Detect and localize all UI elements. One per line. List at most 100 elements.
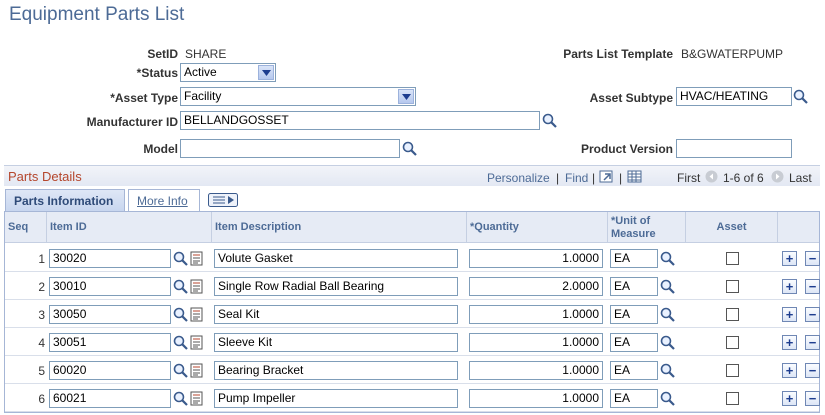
asset-checkbox[interactable] [726, 392, 739, 405]
item-id-input[interactable]: 60021 [49, 389, 171, 408]
quantity-input[interactable]: 1.0000 [469, 389, 603, 408]
item-description-input[interactable]: Single Row Radial Ball Bearing [214, 277, 458, 296]
dropdown-arrow-icon[interactable] [398, 89, 414, 104]
model-input[interactable] [180, 139, 400, 158]
asset-type-select[interactable]: Facility [180, 87, 416, 106]
tab-parts-information[interactable]: Parts Information [5, 189, 125, 211]
add-row-button[interactable]: + [782, 279, 797, 294]
item-id-input[interactable]: 30020 [49, 249, 171, 268]
add-row-button[interactable]: + [782, 251, 797, 266]
item-id-input[interactable]: 30010 [49, 277, 171, 296]
row-seq: 3 [38, 308, 45, 322]
uom-input[interactable]: EA [610, 249, 658, 268]
row-range: 1-6 of 6 [723, 171, 764, 185]
delete-row-button[interactable]: − [805, 307, 820, 322]
lookup-icon[interactable] [173, 307, 188, 322]
uom-input[interactable]: EA [610, 277, 658, 296]
manufacturer-input[interactable]: BELLANDGOSSET [180, 111, 540, 130]
item-description-input[interactable]: Volute Gasket [214, 249, 458, 268]
product-version-label: Product Version [580, 142, 673, 156]
row-seq: 6 [38, 392, 45, 406]
lookup-icon[interactable] [793, 89, 808, 104]
col-header-asset[interactable]: Asset [686, 212, 778, 243]
delete-row-button[interactable]: − [805, 363, 820, 378]
next-arrow-icon[interactable] [771, 170, 784, 183]
item-description-input[interactable]: Bearing Bracket [214, 361, 458, 380]
item-id-input[interactable]: 30050 [49, 305, 171, 324]
delete-row-button[interactable]: − [805, 335, 820, 350]
find-link[interactable]: Find [565, 171, 588, 185]
col-header-seq: Seq [5, 212, 47, 243]
uom-input[interactable]: EA [610, 333, 658, 352]
dropdown-arrow-icon[interactable] [258, 65, 274, 80]
download-icon[interactable] [627, 169, 642, 184]
col-header-uom[interactable]: *Unit of Measure [608, 212, 686, 243]
lookup-icon[interactable] [660, 335, 675, 350]
quantity-input[interactable]: 2.0000 [469, 277, 603, 296]
item-description-input[interactable]: Pump Impeller [214, 389, 458, 408]
col-header-quantity[interactable]: *Quantity [467, 212, 608, 243]
uom-input[interactable]: EA [610, 305, 658, 324]
first-arrow-icon[interactable] [705, 170, 718, 183]
setid-label: SetID [147, 47, 178, 61]
tab-more-info[interactable]: More Info [128, 189, 200, 211]
lookup-icon[interactable] [660, 391, 675, 406]
item-id-input[interactable]: 30051 [49, 333, 171, 352]
item-detail-icon[interactable] [189, 363, 204, 378]
lookup-icon[interactable] [173, 335, 188, 350]
show-all-columns-icon[interactable] [208, 193, 238, 207]
lookup-icon[interactable] [542, 113, 557, 128]
item-id-input[interactable]: 60020 [49, 361, 171, 380]
lookup-icon[interactable] [660, 251, 675, 266]
zoom-icon[interactable] [599, 169, 614, 184]
quantity-input[interactable]: 1.0000 [469, 361, 603, 380]
asset-subtype-label: Asset Subtype [589, 91, 673, 105]
status-select[interactable]: Active [180, 63, 276, 82]
item-detail-icon[interactable] [189, 391, 204, 406]
uom-input[interactable]: EA [610, 389, 658, 408]
quantity-input[interactable]: 1.0000 [469, 249, 603, 268]
row-seq: 5 [38, 364, 45, 378]
item-description-input[interactable]: Sleeve Kit [214, 333, 458, 352]
asset-checkbox[interactable] [726, 252, 739, 265]
add-row-button[interactable]: + [782, 307, 797, 322]
item-detail-icon[interactable] [189, 335, 204, 350]
status-label: *Status [136, 66, 178, 80]
item-detail-icon[interactable] [189, 279, 204, 294]
col-header-item-description[interactable]: Item Description [212, 212, 467, 243]
lookup-icon[interactable] [402, 141, 417, 156]
add-row-button[interactable]: + [782, 363, 797, 378]
setid-value: SHARE [185, 47, 227, 61]
asset-checkbox[interactable] [726, 364, 739, 377]
lookup-icon[interactable] [660, 307, 675, 322]
status-selected-value: Active [184, 65, 217, 79]
uom-input[interactable]: EA [610, 361, 658, 380]
quantity-input[interactable]: 1.0000 [469, 305, 603, 324]
asset-checkbox[interactable] [726, 336, 739, 349]
delete-row-button[interactable]: − [805, 251, 820, 266]
asset-checkbox[interactable] [726, 280, 739, 293]
lookup-icon[interactable] [660, 279, 675, 294]
last-label: Last [789, 171, 812, 185]
delete-row-button[interactable]: − [805, 279, 820, 294]
delete-row-button[interactable]: − [805, 391, 820, 406]
lookup-icon[interactable] [660, 363, 675, 378]
quantity-input[interactable]: 1.0000 [469, 333, 603, 352]
asset-subtype-input[interactable]: HVAC/HEATING [676, 87, 792, 106]
col-header-uom-line2: Measure [611, 227, 656, 240]
product-version-input[interactable] [676, 139, 792, 158]
col-header-item-id[interactable]: Item ID [47, 212, 212, 243]
lookup-icon[interactable] [173, 391, 188, 406]
item-description-input[interactable]: Seal Kit [214, 305, 458, 324]
lookup-icon[interactable] [173, 279, 188, 294]
item-detail-icon[interactable] [189, 251, 204, 266]
template-value: B&GWATERPUMP [681, 47, 784, 61]
add-row-button[interactable]: + [782, 335, 797, 350]
personalize-link[interactable]: Personalize [487, 171, 550, 185]
template-label: Parts List Template [563, 47, 673, 61]
add-row-button[interactable]: + [782, 391, 797, 406]
lookup-icon[interactable] [173, 251, 188, 266]
item-detail-icon[interactable] [189, 307, 204, 322]
asset-checkbox[interactable] [726, 308, 739, 321]
lookup-icon[interactable] [173, 363, 188, 378]
